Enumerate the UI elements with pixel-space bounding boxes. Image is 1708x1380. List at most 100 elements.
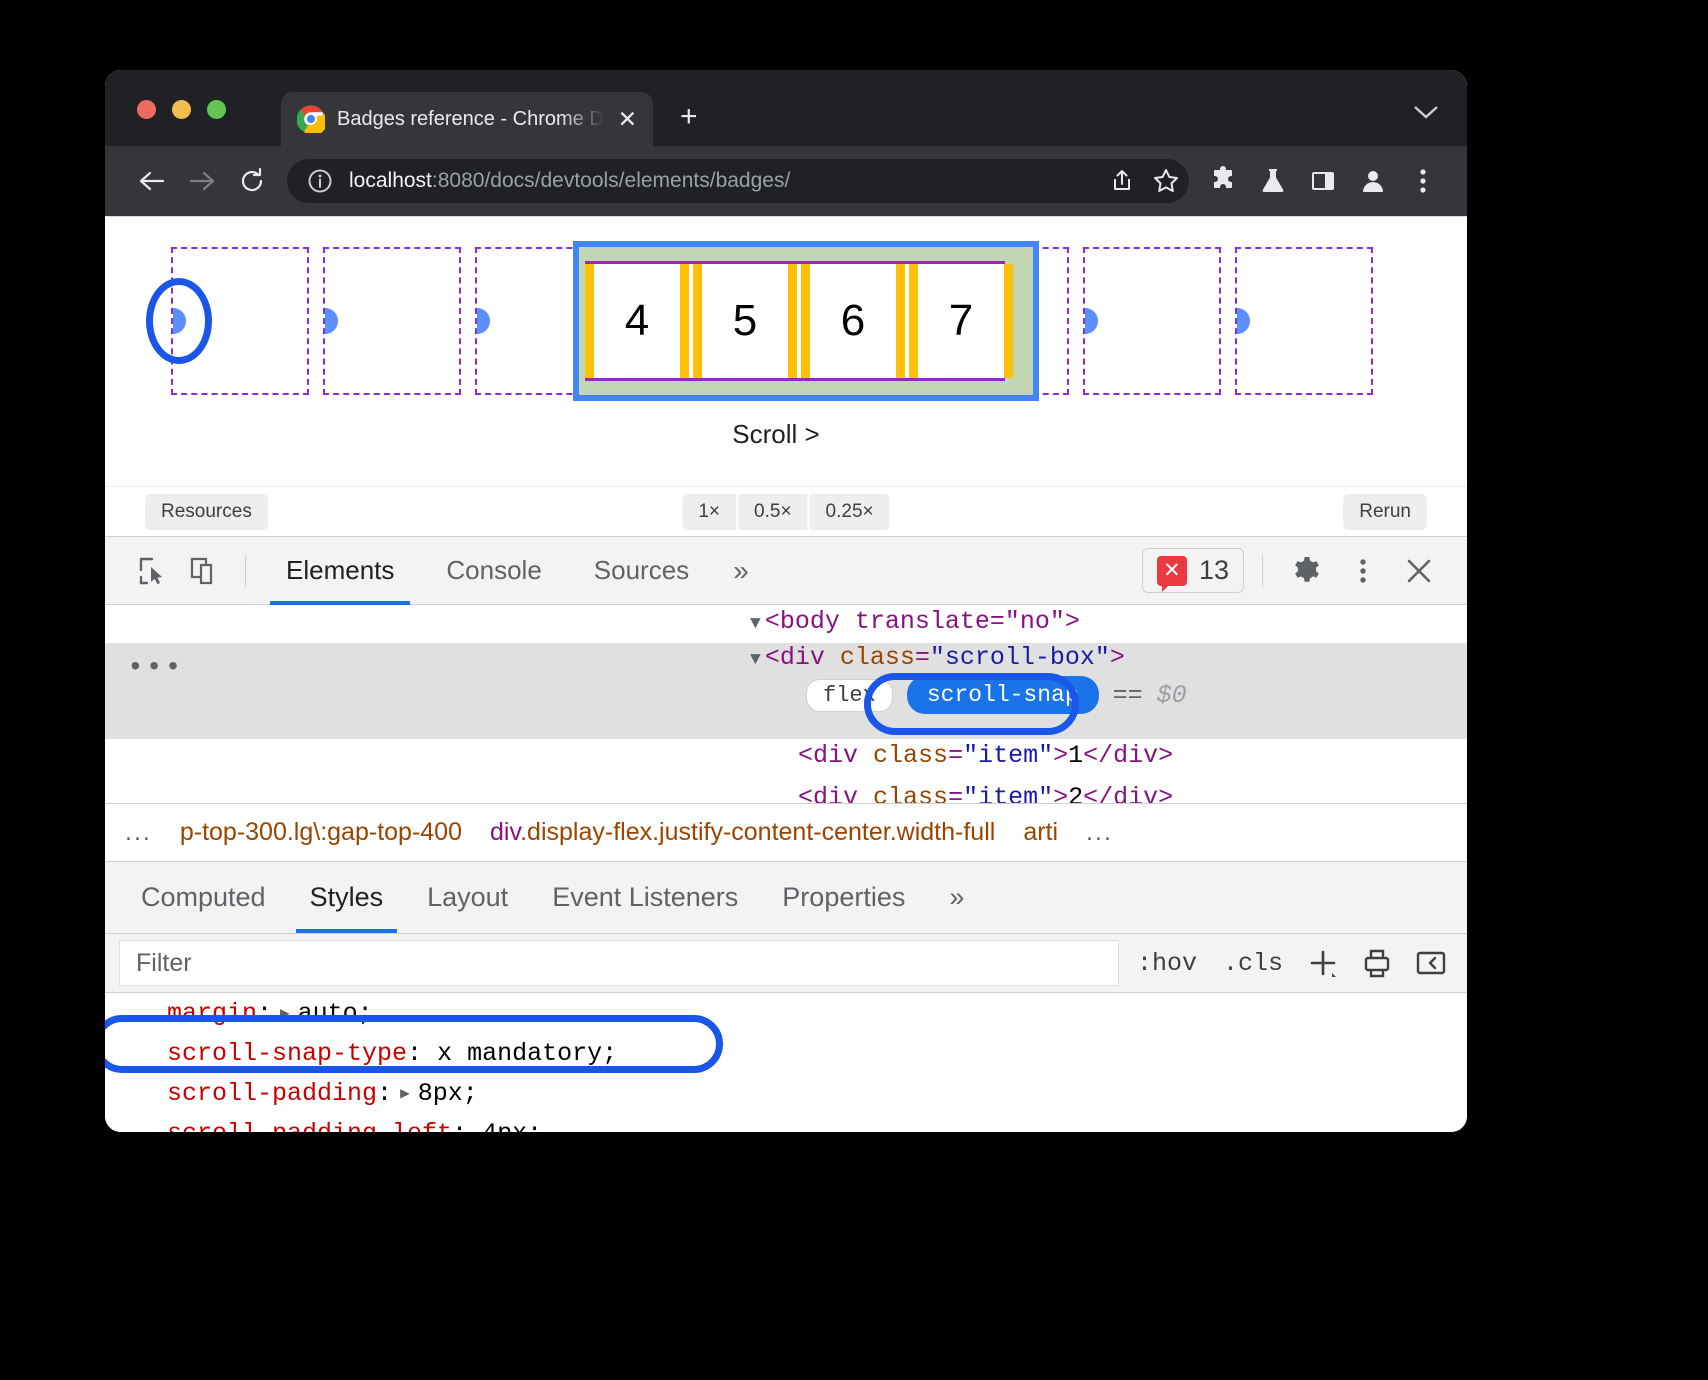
more-pane-tabs-icon[interactable]: »: [927, 862, 986, 933]
kebab-menu-icon[interactable]: [1401, 159, 1445, 203]
demo-controls-bar: Resources 1× 0.5× 0.25× Rerun: [105, 486, 1467, 536]
style-declaration-scroll-padding[interactable]: scroll-padding: ▶ 8px;: [167, 1073, 1467, 1113]
star-icon[interactable]: [1151, 166, 1181, 196]
tab-sources[interactable]: Sources: [568, 537, 715, 604]
style-value[interactable]: x mandatory;: [437, 1039, 617, 1068]
devtools-toolbar: Elements Console Sources » ✕ 13: [105, 537, 1467, 605]
snap-item-cell: 4: [585, 264, 689, 378]
zoom-1x-button[interactable]: 1×: [682, 494, 736, 530]
dom-row-item-1[interactable]: <div class="item">1</div>: [105, 733, 1467, 777]
rerun-button[interactable]: Rerun: [1343, 494, 1427, 530]
reload-button[interactable]: [227, 156, 277, 206]
style-value[interactable]: auto;: [298, 999, 373, 1028]
cls-button[interactable]: .cls: [1215, 949, 1291, 978]
collapse-sidebar-icon[interactable]: [1409, 941, 1453, 985]
dom-scroll-box-group: ▼<div class="scroll-box"> flex scroll-sn…: [750, 643, 1187, 714]
device-toolbar-icon[interactable]: [179, 545, 231, 597]
snap-item-cell: 7: [909, 264, 1013, 378]
snap-ghost-item: [323, 247, 461, 395]
dom-badge-row: flex scroll-snap == $0: [750, 676, 1187, 714]
new-tab-button[interactable]: +: [680, 102, 698, 132]
styles-filter-input[interactable]: Filter: [119, 940, 1119, 986]
window-controls: [137, 100, 226, 119]
close-window-button[interactable]: [137, 100, 156, 119]
address-bar-url: localhost:8080/docs/devtools/elements/ba…: [349, 169, 1093, 193]
badge-scroll-snap[interactable]: scroll-snap: [907, 676, 1099, 714]
browser-tab[interactable]: Badges reference - Chrome De ✕: [281, 92, 653, 146]
breadcrumb-item[interactable]: p-top-300.lg\:gap-top-400: [166, 818, 476, 847]
scroll-content-box-overlay: 4 5 6 7: [585, 261, 1005, 381]
devtools-tab-list: Elements Console Sources: [260, 537, 715, 604]
tab-styles[interactable]: Styles: [288, 862, 406, 933]
snap-point-marker: [464, 308, 490, 334]
zoom-0.25x-button[interactable]: 0.25×: [810, 494, 890, 530]
profile-avatar-icon[interactable]: [1351, 159, 1395, 203]
tab-elements[interactable]: Elements: [260, 537, 420, 604]
maximize-window-button[interactable]: [207, 100, 226, 119]
forward-button[interactable]: [177, 156, 227, 206]
style-value[interactable]: 4px;: [482, 1119, 542, 1133]
toolbar-divider: [245, 555, 246, 587]
breadcrumb-overflow-right[interactable]: ...: [1072, 818, 1127, 847]
error-count: 13: [1199, 555, 1229, 586]
plus-icon[interactable]: [1301, 941, 1345, 985]
style-property[interactable]: margin: [167, 999, 257, 1028]
style-declaration-margin[interactable]: margin: ▶ auto;: [167, 993, 1467, 1033]
side-panel-icon[interactable]: [1301, 159, 1345, 203]
zoom-0.5x-button[interactable]: 0.5×: [738, 494, 808, 530]
page-viewport: 4 5 6 7 Scroll >: [105, 216, 1467, 486]
extensions-puzzle-icon[interactable]: [1201, 159, 1245, 203]
dom-scroll-box-markup: ▼<div class="scroll-box">: [750, 643, 1187, 672]
inspect-cursor-icon[interactable]: [127, 545, 179, 597]
hov-button[interactable]: :hov: [1129, 949, 1205, 978]
tab-event-listeners[interactable]: Event Listeners: [530, 862, 760, 933]
share-icon[interactable]: [1107, 166, 1137, 196]
resources-button[interactable]: Resources: [145, 494, 268, 530]
breadcrumb-overflow-left[interactable]: ...: [111, 818, 166, 847]
styles-declarations: margin: ▶ auto; scroll-snap-type: x mand…: [105, 993, 1467, 1132]
breadcrumb-item[interactable]: divdiv.display-flex.justify-content-cent…: [476, 818, 1009, 847]
dom-row-item-2[interactable]: <div class="item">2</div>: [105, 775, 1467, 803]
style-property[interactable]: scroll-padding-left: [167, 1119, 452, 1133]
tab-computed[interactable]: Computed: [119, 862, 288, 933]
style-declaration-scroll-snap-type[interactable]: scroll-snap-type: x mandatory;: [167, 1033, 1467, 1073]
print-style-icon[interactable]: [1355, 941, 1399, 985]
chrome-logo-icon: [297, 105, 325, 133]
tab-properties[interactable]: Properties: [760, 862, 927, 933]
dom-gutter-dots[interactable]: •••: [105, 643, 750, 684]
style-declaration-scroll-padding-left[interactable]: scroll-padding-left: 4px;: [167, 1113, 1467, 1132]
chevron-down-icon[interactable]: [1413, 100, 1439, 126]
tab-console[interactable]: Console: [420, 537, 567, 604]
annotation-highlight-ring-snap-point: [146, 278, 212, 364]
dom-row-scroll-box[interactable]: ••• ▼<div class="scroll-box"> flex scrol…: [105, 643, 1467, 739]
style-property[interactable]: scroll-snap-type: [167, 1039, 407, 1068]
devtools-panel: Elements Console Sources » ✕ 13: [105, 536, 1467, 1132]
browser-toolbar: localhost:8080/docs/devtools/elements/ba…: [105, 146, 1467, 216]
style-property[interactable]: scroll-padding: [167, 1079, 377, 1108]
dom-console-ref: $0: [1157, 681, 1187, 710]
scroll-hint-label: Scroll >: [171, 419, 1381, 450]
expand-shorthand-icon[interactable]: ▶: [400, 1083, 410, 1103]
style-value[interactable]: 8px;: [418, 1079, 478, 1108]
devtools-toolbar-right: ✕ 13: [1142, 545, 1445, 597]
badge-flex[interactable]: flex: [806, 679, 893, 712]
error-count-badge[interactable]: ✕ 13: [1142, 548, 1244, 593]
toolbar-divider: [1262, 555, 1263, 587]
tab-layout[interactable]: Layout: [405, 862, 530, 933]
breadcrumb-item[interactable]: arti: [1009, 818, 1072, 847]
expand-shorthand-icon[interactable]: ▶: [280, 1003, 290, 1023]
close-tab-button[interactable]: ✕: [616, 106, 639, 133]
back-button[interactable]: [127, 156, 177, 206]
snap-ghost-item: [1235, 247, 1373, 395]
dom-row-body-text: <body translate="no">: [765, 607, 1080, 636]
minimize-window-button[interactable]: [172, 100, 191, 119]
dom-row-body[interactable]: ▼<body translate="no">: [105, 605, 1467, 643]
labs-flask-icon[interactable]: [1251, 159, 1295, 203]
kebab-menu-icon[interactable]: [1337, 545, 1389, 597]
info-circle-icon[interactable]: [305, 166, 335, 196]
dom-tree: ▼<body translate="no"> ••• ▼<div class="…: [105, 605, 1467, 803]
close-icon[interactable]: [1393, 545, 1445, 597]
gear-icon[interactable]: [1281, 545, 1333, 597]
more-tabs-icon[interactable]: »: [715, 555, 767, 587]
address-bar[interactable]: localhost:8080/docs/devtools/elements/ba…: [287, 159, 1189, 203]
